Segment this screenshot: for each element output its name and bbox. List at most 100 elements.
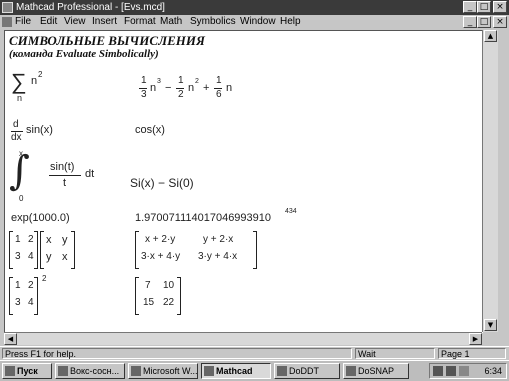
- sum-r1-var: n: [150, 82, 157, 94]
- matsq-a-12: 2: [28, 280, 34, 291]
- scroll-right-icon[interactable]: ▶: [469, 333, 482, 345]
- sum-r1-num: 1: [141, 75, 147, 86]
- heading-command: (команда Evaluate Simbolically): [9, 48, 159, 60]
- keyboard-layout-icon[interactable]: [459, 366, 469, 376]
- menu-bar: File Edit View Insert Format Math Symbol…: [0, 15, 509, 29]
- window-title: Mathcad Professional - [Evs.mcd]: [16, 2, 165, 13]
- taskbar: Пуск Вокс-сосн... Microsoft W... Mathcad…: [0, 360, 509, 381]
- taskbar-button-word[interactable]: Microsoft W...: [128, 363, 198, 379]
- menu-file[interactable]: File: [15, 15, 31, 29]
- sum-symbol: ∑: [11, 69, 27, 94]
- exp-exponent: 434: [285, 208, 297, 215]
- title-bar: Mathcad Professional - [Evs.mcd] _ □ ×: [0, 0, 509, 15]
- taskbar-button-mathcad[interactable]: Mathcad: [201, 363, 271, 379]
- deriv-expr: sin(x): [26, 124, 53, 136]
- matmul-a-21: 3: [15, 251, 21, 262]
- status-page: Page 1: [438, 348, 506, 359]
- bracket-left: [135, 231, 139, 269]
- maximize-button[interactable]: □: [477, 1, 491, 13]
- document-icon[interactable]: [2, 17, 12, 27]
- vertical-scrollbar[interactable]: ▲ ▼: [482, 30, 498, 332]
- matsq-exponent: 2: [42, 274, 47, 283]
- matsq-r-12: 10: [163, 280, 175, 291]
- sum-r2-den: 2: [178, 89, 184, 100]
- system-tray: 6:34: [429, 363, 507, 379]
- matsq-a-22: 4: [28, 297, 34, 308]
- matmul-b-11: x: [46, 234, 52, 246]
- sum-exponent: 2: [38, 70, 43, 79]
- matmul-b-22: x: [62, 251, 68, 263]
- clock[interactable]: 6:34: [484, 364, 502, 378]
- matmul-a-22: 4: [28, 251, 34, 262]
- matsq-a-11: 1: [15, 280, 21, 291]
- mathcad-icon: [204, 366, 214, 376]
- bracket-right: [71, 231, 75, 269]
- taskbar-button-doddt[interactable]: DoDDT: [274, 363, 340, 379]
- taskbar-button-dosnap[interactable]: DoSNAP: [343, 363, 409, 379]
- integral-dt: dt: [85, 168, 95, 180]
- sum-r2-num: 1: [178, 75, 184, 86]
- menu-help[interactable]: Help: [280, 15, 301, 29]
- status-help-text: Press F1 for help.: [2, 348, 352, 359]
- camera-icon: [346, 366, 356, 376]
- menu-insert[interactable]: Insert: [92, 15, 117, 29]
- menu-edit[interactable]: Edit: [40, 15, 57, 29]
- integral-lower: 0: [19, 194, 24, 203]
- matsq-r-22: 22: [163, 297, 175, 308]
- windows-logo-icon: [5, 366, 15, 376]
- sum-term: n: [31, 75, 38, 87]
- scroll-down-icon[interactable]: ▼: [484, 319, 497, 331]
- sum-r1-den: 3: [141, 89, 147, 100]
- integral-symbol: ∫: [9, 148, 30, 194]
- speaker-icon[interactable]: [446, 366, 456, 376]
- matmul-a-11: 1: [15, 234, 21, 245]
- sum-r2-var: n: [188, 82, 195, 94]
- bracket-left: [9, 231, 13, 269]
- status-bar: Press F1 for help. Wait Page 1: [0, 346, 509, 360]
- horizontal-scrollbar[interactable]: ◀ ▶: [4, 332, 482, 345]
- menu-window[interactable]: Window: [240, 15, 276, 29]
- deriv-result: cos(x): [135, 124, 165, 136]
- sum-r3-num: 1: [216, 75, 222, 86]
- sum-r2-exp: 2: [195, 78, 199, 85]
- exp-expr: exp(1000.0): [11, 212, 70, 224]
- monitor-icon[interactable]: [433, 366, 443, 376]
- matmul-r-22: 3·y + 4·x: [198, 251, 238, 262]
- close-button[interactable]: ×: [493, 1, 507, 13]
- doc-close-button[interactable]: ×: [493, 16, 507, 28]
- sum-r3-den: 6: [216, 89, 222, 100]
- doc-maximize-button[interactable]: □: [477, 16, 491, 28]
- matmul-r-21: 3·x + 4·y: [141, 251, 181, 262]
- bracket-right: [177, 277, 181, 315]
- menu-format[interactable]: Format: [124, 15, 156, 29]
- matmul-a-12: 2: [28, 234, 34, 245]
- integral-result: Si(x) − Si(0): [130, 176, 194, 190]
- menu-symbolics[interactable]: Symbolics: [190, 15, 236, 29]
- fraction-bar: [49, 175, 81, 176]
- sum-r1-exp: 3: [157, 78, 161, 85]
- mathcad-app-icon[interactable]: [2, 2, 13, 13]
- taskbar-button-1[interactable]: Вокс-сосн...: [55, 363, 125, 379]
- bracket-right: [34, 231, 38, 269]
- menu-math[interactable]: Math: [160, 15, 182, 29]
- matmul-b-12: y: [62, 234, 68, 246]
- scroll-up-icon[interactable]: ▲: [484, 30, 497, 42]
- bracket-left: [40, 231, 44, 269]
- minus-sign: −: [165, 82, 172, 94]
- word-icon: [131, 366, 141, 376]
- minimize-button[interactable]: _: [463, 1, 477, 13]
- worksheet[interactable]: СИМВОЛЬНЫЕ ВЫЧИСЛЕНИЯ (команда Evaluate …: [4, 30, 483, 333]
- matmul-b-21: y: [46, 251, 52, 263]
- folder-icon: [58, 366, 68, 376]
- window-frame: [498, 30, 509, 345]
- matmul-r-12: y + 2·x: [203, 234, 234, 245]
- doc-minimize-button[interactable]: _: [463, 16, 477, 28]
- bracket-right: [253, 231, 257, 269]
- menu-view[interactable]: View: [64, 15, 86, 29]
- bracket-left: [135, 277, 139, 315]
- start-button[interactable]: Пуск: [2, 363, 52, 379]
- deriv-num: d: [13, 119, 19, 130]
- scroll-left-icon[interactable]: ◀: [4, 333, 17, 345]
- status-mode: Wait: [355, 348, 435, 359]
- integral-den: t: [63, 177, 67, 189]
